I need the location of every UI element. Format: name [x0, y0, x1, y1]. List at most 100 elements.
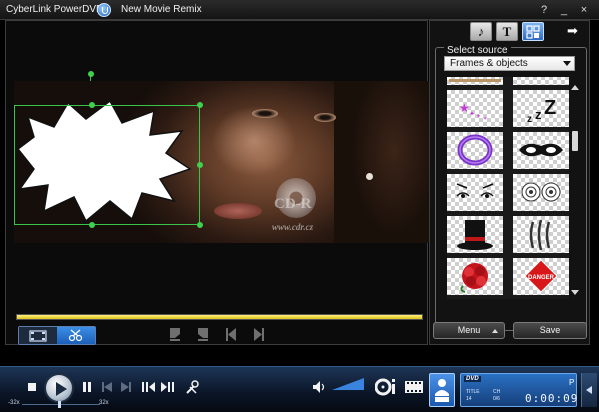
editor-panel: CD-R www.cdr.cz — [5, 20, 431, 345]
expand-panel-arrow-icon[interactable] — [581, 373, 597, 407]
stop-button[interactable] — [26, 381, 38, 393]
thumbnail-purple-ring-frame[interactable] — [447, 132, 503, 169]
save-button[interactable]: Save — [513, 322, 587, 339]
title-label: TITLE — [466, 389, 480, 395]
movie-title: New Movie Remix — [121, 4, 202, 15]
swirl-eyes-icon — [521, 182, 561, 202]
step-forward-button[interactable] — [160, 381, 176, 393]
watermark-logo: CD-R — [274, 196, 312, 212]
thumbnail-cartoon-eyes[interactable] — [447, 174, 503, 211]
rotate-handle[interactable] — [88, 71, 94, 77]
watermark-url: www.cdr.cz — [272, 222, 314, 232]
user-remix-icon — [435, 379, 449, 402]
tab-text[interactable]: T — [496, 22, 518, 41]
selection-handle-top-right[interactable] — [197, 102, 203, 108]
select-source-label: Select source — [444, 45, 511, 56]
tab-music[interactable]: ♪ — [470, 22, 492, 41]
movie-mode-button[interactable] — [19, 327, 57, 344]
thumbnail-danger-sign[interactable]: DANGER — [513, 258, 569, 295]
thumbnail-swirl-hypno-eyes[interactable] — [513, 174, 569, 211]
thumbnail-red-rose[interactable] — [447, 258, 503, 295]
svg-text:Z: Z — [544, 97, 556, 119]
mode-toggle[interactable] — [18, 326, 96, 345]
selection-handle-bottom-right[interactable] — [197, 222, 203, 228]
danger-sign-icon: DANGER — [524, 259, 558, 293]
video-lips — [214, 203, 262, 219]
time-display: 0:00:09 — [525, 392, 579, 405]
video-earring — [366, 173, 373, 180]
menu-button[interactable]: Menu — [433, 322, 505, 339]
playback-progress-fill — [17, 315, 422, 319]
pause-button[interactable] — [80, 381, 94, 393]
movie-remix-mode-button[interactable] — [429, 373, 455, 407]
thumbnail-sparkle-stars[interactable]: ★ ✦ ✦ ✦ — [447, 90, 503, 127]
scrollbar-thumb[interactable] — [572, 131, 578, 151]
close-button[interactable]: × — [577, 3, 591, 17]
app-title: CyberLink PowerDVD — [6, 4, 104, 15]
rotate-handle-line — [86, 21, 96, 81]
cut-mode-button[interactable] — [57, 327, 95, 344]
minimize-button[interactable]: _ — [557, 3, 571, 17]
danger-sign-label: DANGER — [528, 275, 555, 281]
thumbnail-partial[interactable] — [447, 77, 503, 85]
mark-out-button[interactable] — [196, 326, 210, 343]
speed-slider-thumb[interactable] — [58, 401, 61, 408]
title-value: 14 — [466, 396, 472, 402]
svg-text:✦: ✦ — [483, 116, 487, 122]
selection-handle-right[interactable] — [197, 162, 203, 168]
effects-panel: ♪ T ➡ Select source Frames & objects ★ ✦… — [429, 20, 590, 345]
menu-button-label: Menu — [457, 325, 481, 335]
selection-handle-top[interactable] — [89, 102, 95, 108]
claw-scratch-icon — [529, 219, 551, 251]
zzz-sleep-icon: z z Z — [527, 97, 556, 125]
volume-slider[interactable] — [332, 378, 364, 390]
volume-icon[interactable] — [312, 380, 328, 394]
scroll-up-arrow-icon[interactable] — [571, 85, 579, 90]
thumbnail-top-hat[interactable] — [447, 216, 503, 253]
thumbnail-scrollbar[interactable] — [571, 85, 579, 297]
help-button[interactable]: ? — [537, 3, 551, 17]
video-preview[interactable]: CD-R www.cdr.cz — [14, 81, 431, 243]
mode-switch-icon[interactable] — [97, 3, 111, 17]
thumbnail-claw-scratch[interactable] — [513, 216, 569, 253]
step-backward-button[interactable] — [140, 381, 156, 393]
caret-up-icon — [492, 329, 498, 333]
video-eye-right — [314, 113, 336, 122]
previous-button[interactable] — [100, 381, 114, 393]
video-hair-shadow — [334, 81, 431, 243]
info-corner-label: P — [569, 378, 575, 387]
disc-info-panel: DVD TITLE 14 CH 0/6 0:00:09 P — [460, 373, 577, 407]
speed-max-label: 32x — [99, 400, 109, 406]
mark-in-button[interactable] — [168, 326, 182, 343]
dvd-logo: DVD — [464, 376, 481, 382]
film-strip-icon[interactable] — [404, 379, 424, 395]
speed-slider[interactable] — [22, 404, 100, 405]
disc-info-icon[interactable] — [375, 377, 399, 397]
svg-text:✦: ✦ — [476, 113, 481, 120]
purple-ring-icon — [457, 134, 493, 166]
play-button[interactable] — [44, 373, 74, 403]
next-button[interactable] — [119, 381, 133, 393]
go-to-end-button[interactable] — [252, 326, 266, 343]
svg-text:z: z — [535, 107, 542, 122]
tools-icon[interactable] — [184, 379, 200, 395]
next-arrow-icon[interactable]: ➡ — [567, 24, 581, 37]
source-dropdown[interactable]: Frames & objects — [444, 56, 575, 71]
playback-progress-bar[interactable] — [16, 314, 423, 320]
go-to-start-button[interactable] — [224, 326, 238, 343]
selection-handle-bottom[interactable] — [89, 222, 95, 228]
svg-text:✦: ✦ — [469, 110, 475, 118]
source-dropdown-value: Frames & objects — [450, 58, 528, 69]
thumbnail-black-eye-mask[interactable] — [513, 132, 569, 169]
tab-objects[interactable] — [522, 22, 544, 41]
objects-grid-icon — [526, 25, 540, 39]
thumbnail-partial-2[interactable] — [513, 77, 569, 85]
thumbnail-zzz-sleep[interactable]: z z Z — [513, 90, 569, 127]
scroll-down-arrow-icon[interactable] — [571, 290, 579, 295]
objects-thumbnail-list: ★ ✦ ✦ ✦ z z Z DANGER — [447, 77, 569, 299]
chevron-down-icon — [563, 61, 571, 66]
video-eye-left — [252, 109, 278, 118]
selection-frame[interactable] — [14, 105, 200, 225]
chapter-value: 0/6 — [493, 396, 500, 402]
red-rose-icon — [460, 263, 488, 293]
